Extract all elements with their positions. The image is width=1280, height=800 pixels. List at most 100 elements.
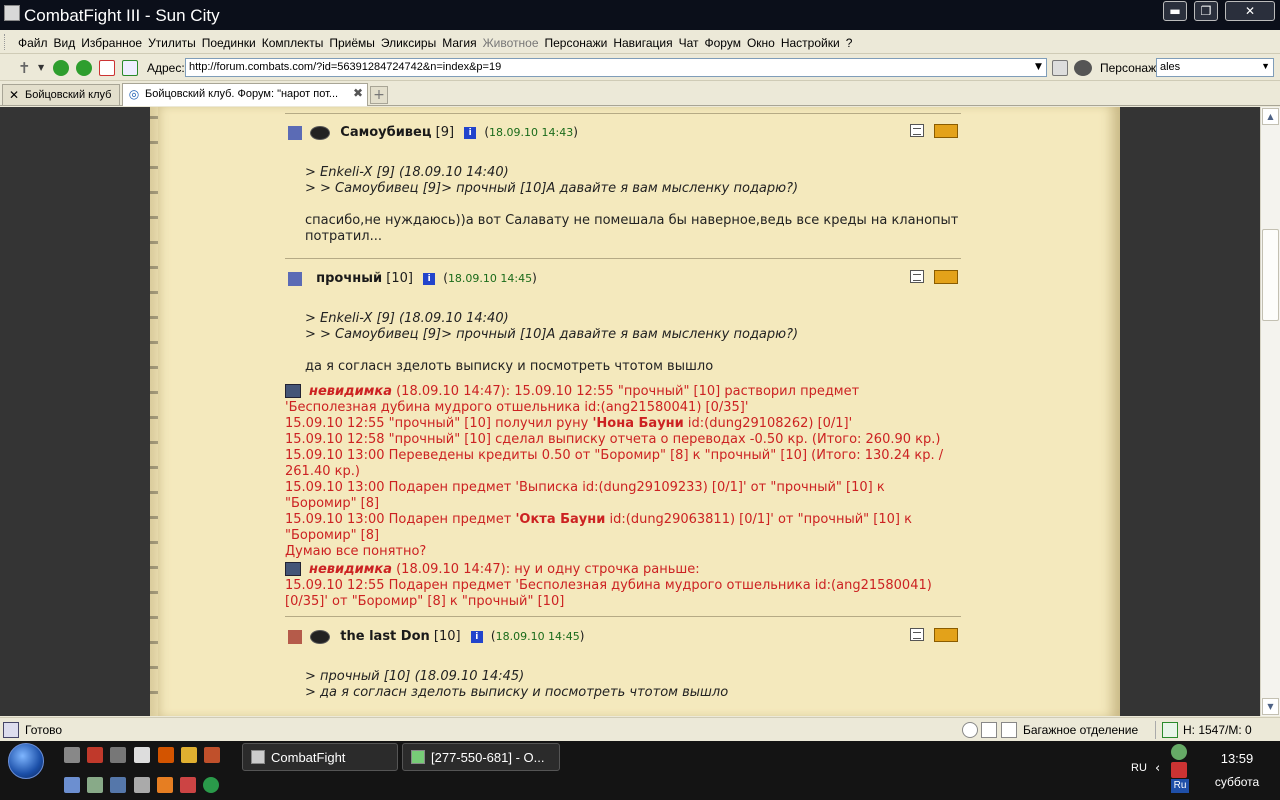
- menu-item[interactable]: Навигация: [613, 36, 672, 50]
- quicklaunch-icon[interactable]: [203, 777, 219, 793]
- stop-icon[interactable]: [99, 60, 115, 76]
- post-date: 18.09.10 14:45: [495, 630, 580, 643]
- window-icon: [411, 750, 425, 764]
- pin-icon[interactable]: ✝: [18, 60, 32, 76]
- tab-combats-club[interactable]: ✕ Бойцовский клуб: [2, 84, 120, 105]
- menu-item[interactable]: Избранное: [81, 36, 142, 50]
- forward-icon[interactable]: [76, 60, 92, 76]
- quicklaunch-icon[interactable]: [180, 777, 196, 793]
- address-dropdown-icon[interactable]: ▼: [1031, 59, 1046, 76]
- bag-label[interactable]: Багажное отделение: [1023, 723, 1138, 737]
- quicklaunch-icon[interactable]: [134, 747, 150, 763]
- info-icon[interactable]: i: [423, 272, 436, 285]
- menu-items: Файл Вид Избранное Утилиты Поединки Комплекты…: [18, 36, 858, 50]
- menu-item[interactable]: Утилиты: [148, 36, 196, 50]
- tray-agent-icon[interactable]: [1171, 744, 1187, 760]
- address-input[interactable]: http://forum.combats.com/?id=56391284724…: [185, 58, 1047, 77]
- tab-close-icon[interactable]: ✖: [353, 86, 363, 100]
- post-author[interactable]: прочный: [316, 271, 382, 286]
- menu-item[interactable]: Настройки: [781, 36, 840, 50]
- list-icon[interactable]: [981, 722, 997, 738]
- quote-icon[interactable]: [910, 628, 924, 641]
- moderator-line: 15.09.10 12:55 Подарен предмет 'Бесполез…: [285, 578, 932, 593]
- new-tab-button[interactable]: +: [370, 86, 388, 104]
- quicklaunch-icon[interactable]: [204, 747, 220, 763]
- moderator-line: 15.09.10 13:00 Переведены кредиты 0.50 о…: [285, 448, 944, 463]
- tab-forum[interactable]: ◎ Бойцовский клуб. Форум: "нарот пот... …: [122, 83, 368, 106]
- maximize-button[interactable]: ❐: [1194, 1, 1218, 21]
- quote-icon[interactable]: [910, 124, 924, 137]
- quicklaunch-icon[interactable]: [110, 747, 126, 763]
- post-header: прочный [10] i (18.09.10 14:45): [288, 271, 537, 291]
- moderator-line: Думаю все понятно?: [285, 544, 427, 559]
- moderate-icon[interactable]: [934, 628, 958, 642]
- window-title: CombatFight III - Sun City: [24, 6, 220, 25]
- globe-icon: ◎: [128, 87, 140, 101]
- quicklaunch-icon[interactable]: [158, 747, 174, 763]
- persons-icon[interactable]: [1074, 60, 1092, 76]
- scroll-thumb[interactable]: [1262, 229, 1279, 321]
- status-text: Готово: [25, 723, 63, 737]
- menu-item[interactable]: Форум: [705, 36, 741, 50]
- minimize-button[interactable]: ▬: [1163, 1, 1187, 21]
- scroll-up-icon[interactable]: ▲: [1262, 108, 1279, 125]
- quicklaunch-icon[interactable]: [64, 777, 80, 793]
- post-header: the last Don [10] i (18.09.10 14:45): [288, 629, 584, 649]
- info-icon[interactable]: i: [470, 630, 483, 643]
- menu-item[interactable]: Приёмы: [329, 36, 375, 50]
- menu-item[interactable]: ?: [846, 36, 853, 50]
- post-actions: [910, 124, 960, 140]
- quicklaunch-icon[interactable]: [110, 777, 126, 793]
- scroll-down-icon[interactable]: ▼: [1262, 698, 1279, 715]
- menu-item[interactable]: Чат: [679, 36, 699, 50]
- post-level: [10]: [433, 629, 461, 644]
- language-indicator[interactable]: Ru: [1171, 779, 1189, 793]
- clock-icon[interactable]: [962, 722, 978, 738]
- align-icon: [288, 125, 302, 140]
- menu-item[interactable]: Окно: [747, 36, 775, 50]
- moderate-icon[interactable]: [934, 124, 958, 138]
- moderator-line: 15.09.10 13:00 Подарен предмет 'Выписка …: [285, 480, 885, 495]
- quote-icon[interactable]: [910, 270, 924, 283]
- persona-select[interactable]: ales ▼: [1156, 58, 1274, 77]
- quicklaunch-icon[interactable]: [134, 777, 150, 793]
- menu-item[interactable]: Файл: [18, 36, 48, 50]
- post-author[interactable]: Самоубивец: [340, 125, 431, 140]
- moderate-icon[interactable]: [934, 270, 958, 284]
- menu-item[interactable]: Поединки: [202, 36, 256, 50]
- menu-item[interactable]: Животное: [483, 36, 539, 50]
- moderator-line: 15.09.10 12:55 "прочный" [10] получил ру…: [285, 416, 853, 431]
- info-icon[interactable]: i: [464, 126, 477, 139]
- tray-network-icon[interactable]: [1171, 762, 1187, 778]
- quicklaunch-icon[interactable]: [181, 747, 197, 763]
- clear-icon[interactable]: [1052, 60, 1068, 76]
- menu-item[interactable]: Эликсиры: [381, 36, 436, 50]
- moderator-icon: [285, 384, 301, 398]
- tray-ru-icon[interactable]: RU: [1131, 762, 1147, 778]
- taskbar-button-combatfight[interactable]: CombatFight: [242, 743, 398, 771]
- quicklaunch-icon[interactable]: [157, 777, 173, 793]
- post-header: Самоубивец [9] i (18.09.10 14:43): [288, 125, 578, 145]
- taskbar-button-chat[interactable]: [277-550-681] - O...: [402, 743, 560, 771]
- start-button[interactable]: [8, 743, 44, 779]
- bag-icon[interactable]: [1001, 722, 1017, 738]
- quicklaunch-icon[interactable]: [87, 777, 103, 793]
- menu-item[interactable]: Персонажи: [545, 36, 608, 50]
- menu-item[interactable]: Вид: [54, 36, 76, 50]
- menu-item[interactable]: Комплекты: [262, 36, 324, 50]
- refresh-hp-icon[interactable]: [1162, 722, 1178, 738]
- quicklaunch-icon[interactable]: [87, 747, 103, 763]
- refresh-icon[interactable]: [122, 60, 138, 76]
- pin-dropdown-icon[interactable]: ▼: [38, 60, 46, 76]
- clock-time[interactable]: 13:59: [1207, 751, 1267, 766]
- menu-item[interactable]: Магия: [442, 36, 476, 50]
- back-icon[interactable]: [53, 60, 69, 76]
- clock-day: суббота: [1214, 775, 1260, 789]
- vertical-scrollbar[interactable]: ▲ ▼: [1260, 107, 1280, 716]
- clan-icon: [310, 125, 331, 140]
- quicklaunch-icon[interactable]: [64, 747, 80, 763]
- tray-expand-icon[interactable]: ‹: [1155, 761, 1160, 776]
- post-author[interactable]: the last Don: [340, 629, 430, 644]
- clan-icon: [310, 629, 331, 644]
- close-button[interactable]: ✕: [1225, 1, 1275, 21]
